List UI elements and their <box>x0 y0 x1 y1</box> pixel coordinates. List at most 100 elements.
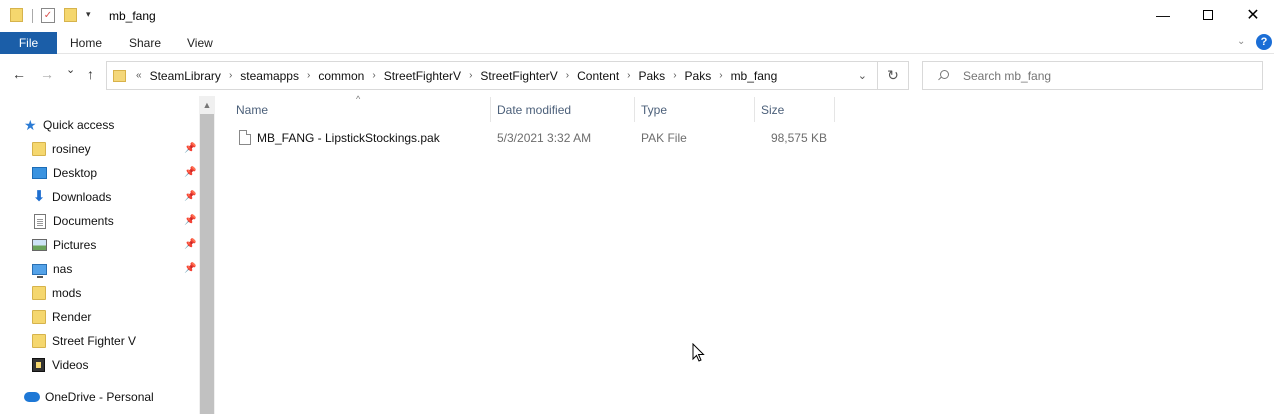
window-title: mb_fang <box>109 9 156 23</box>
sidebar-item-label: OneDrive - Personal <box>45 390 154 404</box>
mouse-cursor-icon <box>692 343 705 362</box>
sidebar-item-label: mods <box>52 286 82 300</box>
navigation-bar: ← → ⌄ ↑ « SteamLibrary › steamapps › commo… <box>0 54 1274 96</box>
tab-view[interactable]: View <box>187 32 213 54</box>
breadcrumb-item[interactable]: SteamLibrary <box>150 69 221 83</box>
tab-home[interactable]: Home <box>70 32 102 54</box>
close-icon[interactable]: ✕ <box>1230 0 1274 30</box>
search-icon <box>937 69 949 82</box>
chevron-right-icon[interactable]: › <box>469 70 472 81</box>
pin-icon[interactable]: 📌 <box>184 143 196 154</box>
downloads-icon: ⬇ <box>32 188 46 205</box>
column-header-size[interactable]: Size <box>761 96 834 123</box>
sidebar-item-label: Videos <box>52 358 89 372</box>
new-folder-icon[interactable] <box>64 8 77 22</box>
address-bar[interactable]: « SteamLibrary › steamapps › common › Stree… <box>106 61 878 90</box>
scrollbar-thumb[interactable] <box>200 114 214 414</box>
navigation-pane: ★ Quick access rosiney 📌 Desktop 📌 ⬇ Dow… <box>0 96 215 414</box>
folder-icon[interactable] <box>10 8 23 22</box>
breadcrumb-item[interactable]: StreetFighterV <box>480 69 557 83</box>
file-name: MB_FANG - LipstickStockings.pak <box>257 131 440 145</box>
chevron-right-icon[interactable]: › <box>627 70 630 81</box>
sidebar-item-nas[interactable]: nas <box>32 257 72 281</box>
sidebar-item-label: Documents <box>53 214 114 228</box>
column-header-name[interactable]: Name <box>236 96 490 123</box>
breadcrumb-item[interactable]: Content <box>577 69 619 83</box>
star-icon: ★ <box>24 116 37 133</box>
sidebar-item-videos[interactable]: Videos <box>32 353 88 377</box>
forward-icon[interactable]: → <box>40 66 54 82</box>
sidebar-item-label: Desktop <box>53 166 98 180</box>
search-box[interactable] <box>922 61 1263 90</box>
breadcrumb-item[interactable]: Paks <box>685 69 712 83</box>
customize-toolbar-icon[interactable]: ▾ <box>86 9 91 20</box>
sidebar-item-mods[interactable]: mods <box>32 281 81 305</box>
address-dropdown-icon[interactable]: ⌄ <box>858 69 867 82</box>
pin-icon[interactable]: 📌 <box>184 167 196 178</box>
column-header-date[interactable]: Date modified <box>497 96 634 123</box>
sidebar-item-rosiney[interactable]: rosiney <box>32 137 91 161</box>
sidebar-item-desktop[interactable]: Desktop <box>32 161 97 185</box>
chevron-right-icon[interactable]: › <box>719 70 722 81</box>
column-divider[interactable] <box>490 97 491 122</box>
videos-icon <box>32 358 45 372</box>
breadcrumb-item[interactable]: StreetFighterV <box>384 69 461 83</box>
column-divider[interactable] <box>834 97 835 122</box>
sidebar-item-label: rosiney <box>52 142 91 156</box>
chevron-right-icon[interactable]: › <box>372 70 375 81</box>
file-row[interactable]: MB_FANG - LipstickStockings.pak 5/3/2021… <box>231 126 835 150</box>
divider <box>32 9 33 23</box>
tab-file[interactable]: File <box>0 32 57 54</box>
refresh-icon[interactable]: ↻ <box>878 61 909 90</box>
sidebar-item-label: Street Fighter V <box>52 334 137 348</box>
documents-icon <box>34 213 46 229</box>
onedrive-cloud-icon <box>24 392 40 402</box>
breadcrumb-item[interactable]: steamapps <box>240 69 299 83</box>
breadcrumb-item[interactable]: common <box>318 69 364 83</box>
column-divider[interactable] <box>754 97 755 122</box>
column-header-type[interactable]: Type <box>641 96 754 123</box>
properties-icon[interactable]: ✓ <box>41 8 55 23</box>
file-date: 5/3/2021 3:32 AM <box>497 131 592 145</box>
sidebar-item-render[interactable]: Render <box>32 305 91 329</box>
chevron-right-icon[interactable]: › <box>307 70 310 81</box>
desktop-icon <box>32 167 47 179</box>
breadcrumb-item-current[interactable]: mb_fang <box>731 69 778 83</box>
overflow-chevron-icon[interactable]: « <box>136 70 142 81</box>
sidebar-item-pictures[interactable]: Pictures <box>32 233 96 257</box>
pin-icon[interactable]: 📌 <box>184 239 196 250</box>
pin-icon[interactable]: 📌 <box>184 215 196 226</box>
chevron-right-icon[interactable]: › <box>673 70 676 81</box>
tab-share[interactable]: Share <box>129 32 161 54</box>
sidebar-item-quick-access[interactable]: ★ Quick access <box>24 113 114 137</box>
breadcrumb-item[interactable]: Paks <box>639 69 666 83</box>
back-icon[interactable]: ← <box>12 66 26 82</box>
sidebar-item-documents[interactable]: Documents <box>32 209 114 233</box>
pin-icon[interactable]: 📌 <box>184 263 196 274</box>
sidebar-scrollbar[interactable]: ▲ <box>199 96 215 414</box>
title-bar: ✓ ▾ mb_fang — ✕ <box>0 0 1274 32</box>
file-icon <box>239 130 251 145</box>
pin-icon[interactable]: 📌 <box>184 191 196 202</box>
sidebar-item-onedrive[interactable]: OneDrive - Personal <box>24 385 154 409</box>
column-divider[interactable] <box>634 97 635 122</box>
sidebar-item-downloads[interactable]: ⬇ Downloads <box>32 185 112 209</box>
search-input[interactable] <box>963 68 1243 83</box>
expand-ribbon-icon[interactable]: ⌄ <box>1237 36 1245 47</box>
maximize-icon[interactable] <box>1185 0 1231 30</box>
sidebar-item-label: Quick access <box>43 118 115 132</box>
recent-locations-icon[interactable]: ⌄ <box>66 63 75 76</box>
minimize-icon[interactable]: — <box>1140 0 1186 30</box>
folder-icon <box>113 69 126 82</box>
folder-icon <box>32 142 46 156</box>
pictures-icon <box>32 239 47 251</box>
folder-icon <box>32 286 46 300</box>
sidebar-item-street-fighter-v[interactable]: Street Fighter V <box>32 329 136 353</box>
scroll-up-icon[interactable]: ▲ <box>199 100 215 110</box>
help-icon[interactable]: ? <box>1256 34 1272 50</box>
chevron-right-icon[interactable]: › <box>229 70 232 81</box>
up-icon[interactable]: ↑ <box>87 66 94 82</box>
file-size: 98,575 KB <box>770 131 827 145</box>
ribbon: File Home Share View ⌄ ? <box>0 32 1274 54</box>
chevron-right-icon[interactable]: › <box>566 70 569 81</box>
